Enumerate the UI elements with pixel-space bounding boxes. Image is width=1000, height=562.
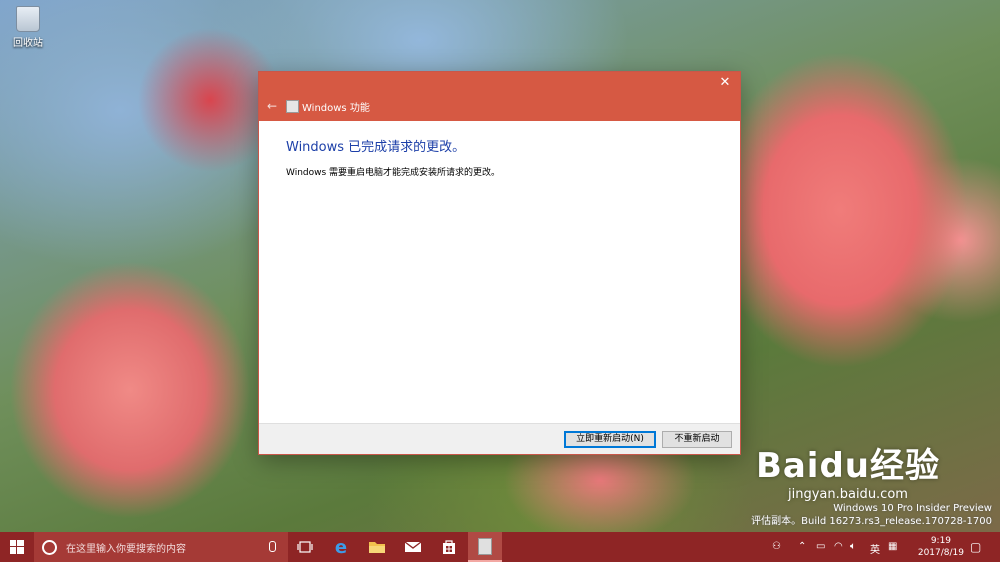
mail-button[interactable] <box>398 532 428 562</box>
folder-icon <box>369 542 385 553</box>
start-button[interactable] <box>0 532 34 562</box>
dialog-title: Windows 功能 <box>302 103 370 114</box>
dialog-message: Windows 需要重启电脑才能完成安装所请求的更改。 <box>286 168 501 178</box>
taskbar-clock[interactable]: 9:19 2017/8/19 <box>918 535 964 559</box>
file-explorer-button[interactable] <box>362 532 392 562</box>
people-icon[interactable]: ⚇ <box>772 541 781 552</box>
task-view-icon <box>297 541 313 553</box>
clock-time: 9:19 <box>930 536 952 546</box>
task-view-button[interactable] <box>290 532 320 562</box>
action-center-icon[interactable]: ▢ <box>970 540 981 554</box>
watermark-build: 评估副本。Build 16273.rs3_release.170728-1700 <box>751 516 992 527</box>
microphone-icon[interactable] <box>269 541 276 552</box>
windows-logo-icon <box>10 540 24 554</box>
network-icon[interactable]: ◠ <box>834 541 843 552</box>
back-arrow-icon: ← <box>267 99 278 113</box>
baidu-url: jingyan.baidu.com <box>787 487 908 502</box>
windows-features-dialog: ← Windows 功能 ✕ Windows 已完成请求的更改。 Windows… <box>259 72 740 454</box>
mail-icon <box>404 541 422 552</box>
baidu-logo: Baidu经验 jingyan.baidu.com <box>755 446 940 502</box>
close-button[interactable]: ✕ <box>716 74 734 92</box>
recycle-bin-icon <box>16 6 40 32</box>
recycle-bin-shortcut[interactable]: 回收站 <box>8 6 48 49</box>
cortana-icon <box>42 539 57 555</box>
ime-keyboard-icon[interactable]: ▦ <box>888 541 897 552</box>
dialog-heading: Windows 已完成请求的更改。 <box>286 140 466 155</box>
windows-features-taskbar-icon <box>478 537 492 555</box>
dialog-titlebar[interactable]: ← Windows 功能 ✕ <box>259 72 740 121</box>
edge-icon: e <box>334 536 348 558</box>
taskbar: 在这里输入你要搜索的内容 e ⚇ ⌃ ▭ ◠ 🔈︎ 英 ▦ 9:19 2017/… <box>0 532 1000 562</box>
dialog-footer: 立即重新启动(N) 不重新启动 <box>259 423 740 454</box>
show-hidden-icons-chevron-icon[interactable]: ⌃ <box>798 541 806 552</box>
windows-features-taskbar-button[interactable] <box>468 532 502 562</box>
volume-icon[interactable]: 🔈︎ <box>850 541 856 552</box>
windows-features-icon <box>286 100 299 113</box>
watermark-edition: Windows 10 Pro Insider Preview <box>833 503 992 514</box>
os-watermark: Windows 10 Pro Insider Preview 评估副本。Buil… <box>751 502 992 528</box>
store-bag-icon <box>443 540 455 554</box>
input-method-indicator[interactable]: 英 <box>870 541 880 556</box>
store-button[interactable] <box>434 532 464 562</box>
edge-browser-button[interactable]: e <box>326 532 356 562</box>
clock-date: 2017/8/19 <box>917 548 964 558</box>
restart-now-button[interactable]: 立即重新启动(N) <box>564 431 656 448</box>
battery-icon[interactable]: ▭ <box>816 541 825 552</box>
dont-restart-button[interactable]: 不重新启动 <box>662 431 732 448</box>
taskbar-search-box[interactable]: 在这里输入你要搜索的内容 <box>34 532 288 562</box>
search-placeholder: 在这里输入你要搜索的内容 <box>66 543 186 555</box>
recycle-bin-label: 回收站 <box>13 38 43 49</box>
